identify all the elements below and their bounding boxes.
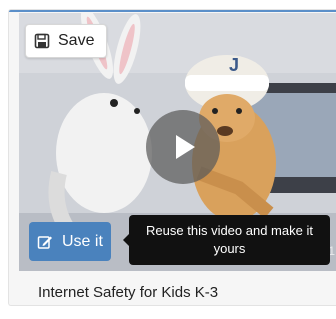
floppy-disk-icon [34,33,50,49]
edit-icon [37,234,53,250]
play-icon [166,130,200,164]
play-button[interactable] [146,110,220,184]
use-it-button-label: Use it [62,232,103,250]
use-it-button[interactable]: Use it [29,222,111,261]
save-button[interactable]: Save [25,24,108,58]
save-button-label: Save [58,32,95,49]
use-it-tooltip: Reuse this video and make it yours [123,215,330,265]
video-title[interactable]: Internet Safety for Kids K-3 [38,284,218,301]
video-card: J Save Use it Reuse this video and make … [8,9,336,306]
svg-text:J: J [229,55,239,75]
